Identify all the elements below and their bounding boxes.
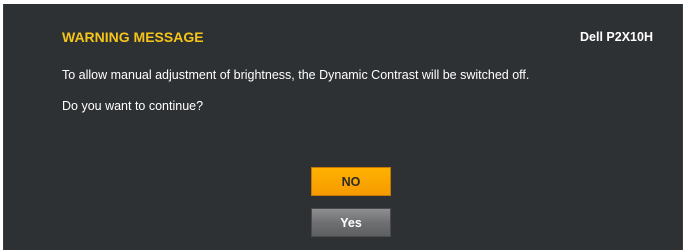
no-button-label: NO	[341, 174, 361, 189]
monitor-model-label: Dell P2X10H	[580, 30, 653, 44]
yes-button[interactable]: Yes	[311, 208, 391, 237]
dialog-title: WARNING MESSAGE	[62, 29, 204, 45]
no-button[interactable]: NO	[311, 167, 391, 196]
warning-dialog: WARNING MESSAGE Dell P2X10H To allow man…	[3, 4, 683, 250]
yes-button-label: Yes	[340, 215, 362, 230]
confirm-question: Do you want to continue?	[62, 99, 204, 113]
dialog-header: WARNING MESSAGE Dell P2X10H	[62, 29, 657, 47]
warning-message: To allow manual adjustment of brightness…	[62, 68, 530, 82]
